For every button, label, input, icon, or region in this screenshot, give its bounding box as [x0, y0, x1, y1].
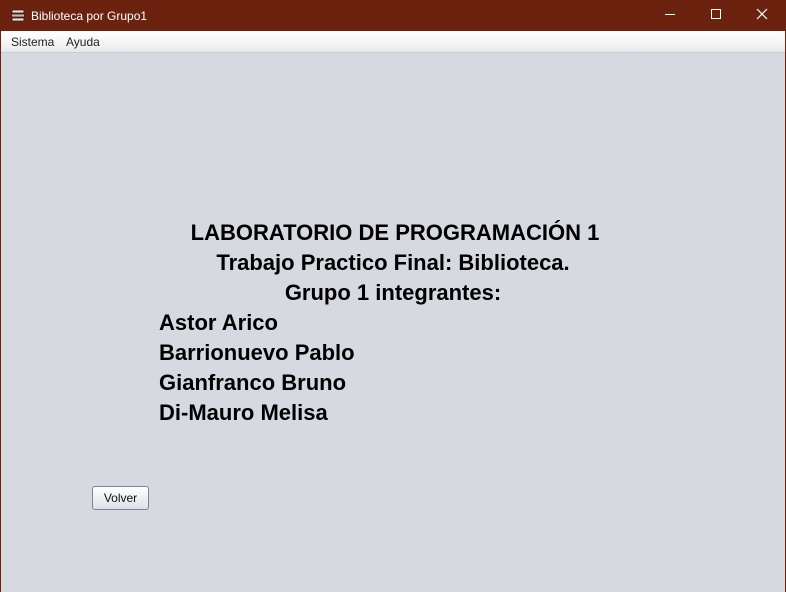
menu-bar: Sistema Ayuda: [1, 31, 785, 53]
member-name: Gianfranco Bruno: [159, 370, 347, 395]
volver-button[interactable]: Volver: [92, 486, 149, 510]
member-name: Astor Arico: [159, 310, 278, 335]
maximize-button[interactable]: [693, 1, 739, 31]
member-name: Barrionuevo Pablo: [159, 340, 355, 365]
menu-sistema[interactable]: Sistema: [11, 35, 54, 49]
group-label: Grupo 1 integrantes:: [284, 280, 502, 305]
close-icon: [756, 7, 768, 25]
course-heading: LABORATORIO DE PROGRAMACIÓN 1: [190, 220, 600, 245]
minimize-icon: [664, 7, 676, 25]
close-button[interactable]: [739, 1, 785, 31]
member-name: Di-Mauro Melisa: [159, 400, 328, 425]
app-window: Biblioteca por Grupo1 Sistema Ayuda LABO…: [0, 0, 786, 592]
minimize-button[interactable]: [647, 1, 693, 31]
window-title: Biblioteca por Grupo1: [31, 9, 148, 23]
title-bar[interactable]: Biblioteca por Grupo1: [1, 1, 785, 31]
maximize-icon: [710, 7, 722, 25]
content-panel: LABORATORIO DE PROGRAMACIÓN 1 Trabajo Pr…: [1, 53, 785, 592]
books-stack-icon: [11, 9, 25, 22]
menu-ayuda[interactable]: Ayuda: [66, 35, 100, 49]
project-subtitle: Trabajo Practico Final: Biblioteca.: [216, 250, 570, 275]
